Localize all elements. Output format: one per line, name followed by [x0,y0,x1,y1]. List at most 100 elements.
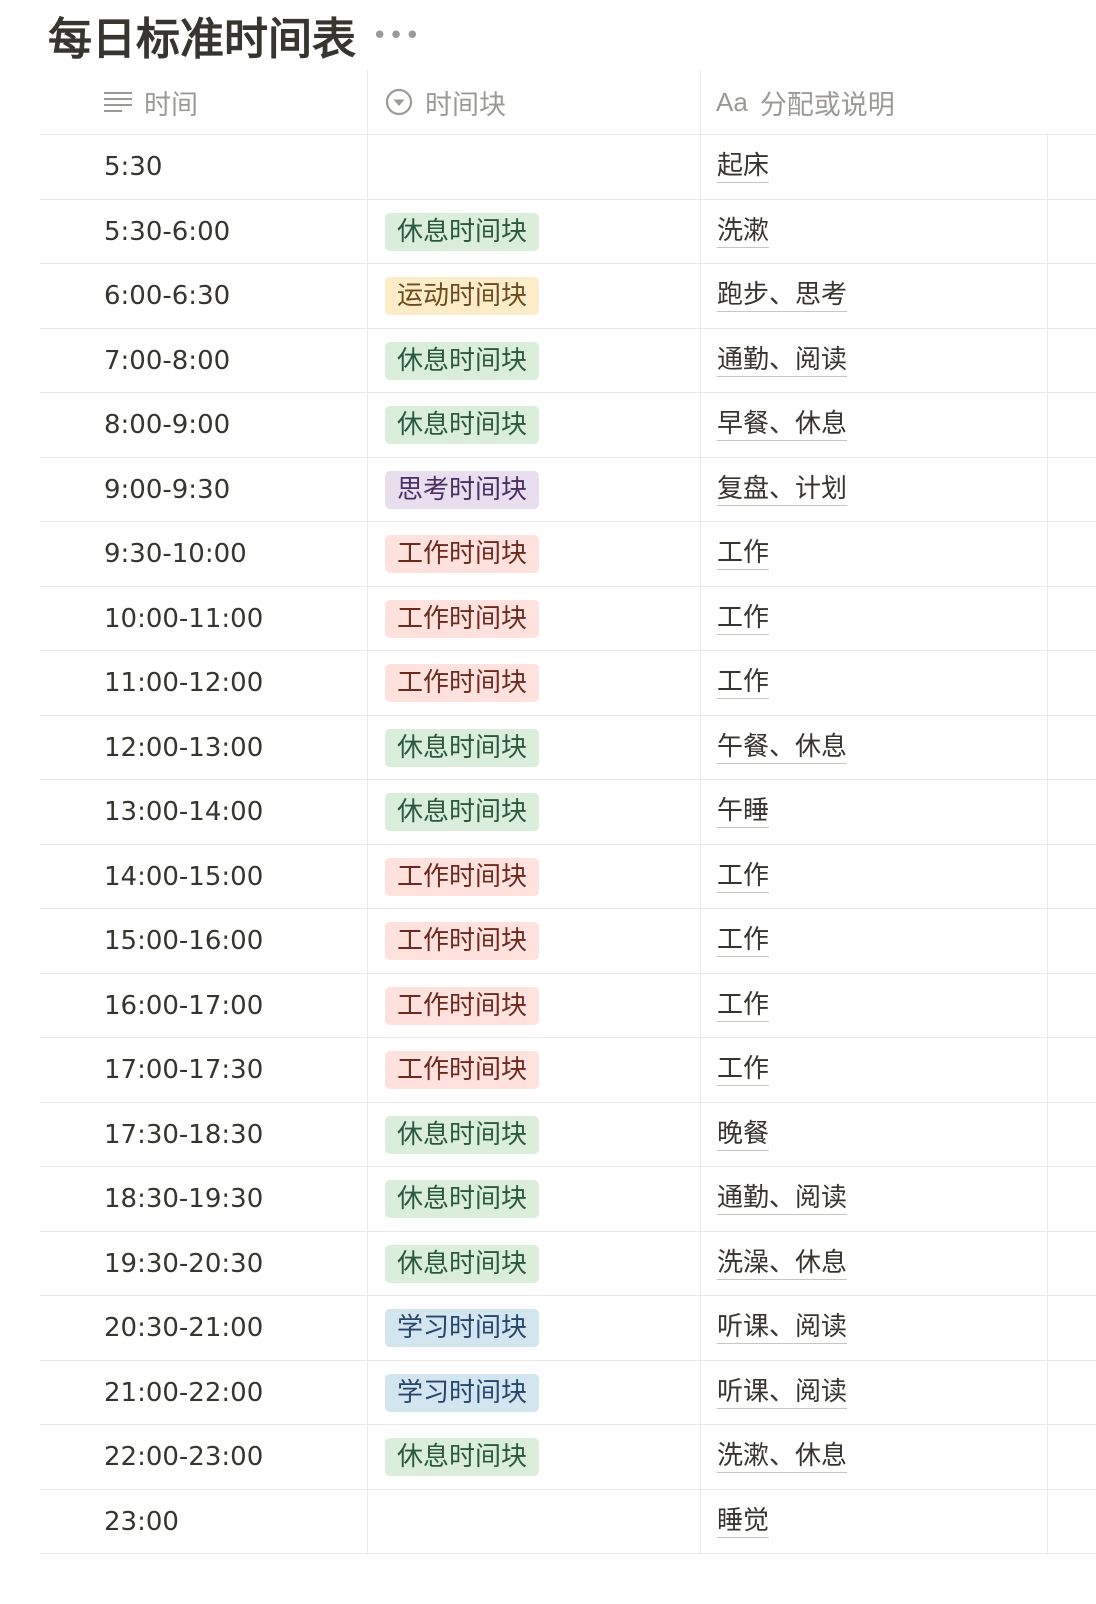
note-cell[interactable]: 工作 [717,974,770,1038]
block-cell[interactable]: 工作时间块 [385,974,540,1038]
table-row[interactable]: 17:30-18:30 休息时间块 晚餐 [40,1102,1096,1167]
time-cell[interactable]: 15:00-16:00 [104,909,263,973]
table-row[interactable]: 9:30-10:00 工作时间块 工作 [40,522,1096,587]
note-link[interactable]: 起床 [717,151,770,183]
more-options-icon[interactable]: ••• [372,18,421,54]
table-row[interactable]: 10:00-11:00 工作时间块 工作 [40,586,1096,651]
block-cell[interactable]: 休息时间块 [385,1425,540,1489]
note-cell[interactable]: 工作 [717,587,770,651]
note-link[interactable]: 洗漱 [717,216,770,248]
note-cell[interactable]: 起床 [717,135,770,199]
table-row[interactable]: 19:30-20:30 休息时间块 洗澡、休息 [40,1231,1096,1296]
block-cell[interactable]: 工作时间块 [385,587,540,651]
block-tag[interactable]: 工作时间块 [385,535,540,573]
note-link[interactable]: 通勤、阅读 [717,1183,848,1215]
note-link[interactable]: 洗漱、休息 [717,1441,848,1473]
block-cell[interactable]: 工作时间块 [385,845,540,909]
block-tag[interactable]: 学习时间块 [385,1373,540,1412]
block-cell[interactable]: 休息时间块 [385,329,540,393]
block-cell[interactable]: 学习时间块 [385,1296,540,1360]
column-header-time[interactable]: 时间 [104,70,198,134]
table-row[interactable]: 7:00-8:00 休息时间块 通勤、阅读 [40,328,1096,393]
note-cell[interactable]: 晚餐 [717,1103,770,1167]
table-row[interactable]: 14:00-15:00 工作时间块 工作 [40,844,1096,909]
block-tag[interactable]: 工作时间块 [385,664,540,702]
time-cell[interactable]: 16:00-17:00 [104,974,263,1038]
block-cell[interactable]: 学习时间块 [385,1361,540,1425]
note-link[interactable]: 跑步、思考 [717,280,848,312]
note-link[interactable]: 通勤、阅读 [717,345,848,377]
time-cell[interactable]: 17:30-18:30 [104,1103,263,1167]
note-link[interactable]: 早餐、休息 [717,409,848,441]
note-link[interactable]: 工作 [717,990,770,1022]
time-cell[interactable]: 7:00-8:00 [104,329,230,393]
block-cell[interactable]: 思考时间块 [385,458,540,522]
block-cell[interactable]: 工作时间块 [385,522,540,586]
note-link[interactable]: 听课、阅读 [717,1312,848,1344]
note-link[interactable]: 洗澡、休息 [717,1248,848,1280]
table-row[interactable]: 18:30-19:30 休息时间块 通勤、阅读 [40,1167,1096,1232]
table-row[interactable]: 22:00-23:00 休息时间块 洗漱、休息 [40,1425,1096,1490]
table-row[interactable]: 5:30-6:00 休息时间块 洗漱 [40,199,1096,264]
time-cell[interactable]: 18:30-19:30 [104,1167,263,1231]
note-cell[interactable]: 睡觉 [717,1490,770,1554]
time-cell[interactable]: 23:00 [104,1490,179,1554]
note-cell[interactable]: 听课、阅读 [717,1296,848,1360]
table-row[interactable]: 17:00-17:30 工作时间块 工作 [40,1038,1096,1103]
time-cell[interactable]: 22:00-23:00 [104,1425,263,1489]
note-cell[interactable]: 洗澡、休息 [717,1232,848,1296]
time-cell[interactable]: 9:30-10:00 [104,522,247,586]
time-cell[interactable]: 17:00-17:30 [104,1038,263,1102]
block-cell[interactable]: 工作时间块 [385,909,540,973]
note-cell[interactable]: 通勤、阅读 [717,1167,848,1231]
column-header-note[interactable]: Aa 分配或说明 [716,70,895,134]
note-link[interactable]: 睡觉 [717,1506,770,1538]
time-cell[interactable]: 14:00-15:00 [104,845,263,909]
block-tag[interactable]: 休息时间块 [385,1180,540,1218]
time-cell[interactable]: 21:00-22:00 [104,1361,263,1425]
time-cell[interactable]: 10:00-11:00 [104,587,263,651]
block-tag[interactable]: 工作时间块 [385,857,540,896]
note-cell[interactable]: 早餐、休息 [717,393,848,457]
table-row[interactable]: 11:00-12:00 工作时间块 工作 [40,651,1096,716]
table-row[interactable]: 23:00 睡觉 [40,1489,1096,1554]
block-cell[interactable]: 休息时间块 [385,393,540,457]
table-row[interactable]: 12:00-13:00 休息时间块 午餐、休息 [40,715,1096,780]
time-cell[interactable]: 20:30-21:00 [104,1296,263,1360]
note-link[interactable]: 工作 [717,603,770,635]
table-row[interactable]: 15:00-16:00 工作时间块 工作 [40,909,1096,974]
block-tag[interactable]: 运动时间块 [385,277,540,315]
block-tag[interactable]: 思考时间块 [385,470,540,509]
time-cell[interactable]: 13:00-14:00 [104,780,263,844]
block-cell[interactable]: 休息时间块 [385,200,540,264]
block-tag[interactable]: 工作时间块 [385,599,540,638]
block-cell[interactable]: 休息时间块 [385,780,540,844]
block-cell[interactable]: 工作时间块 [385,651,540,715]
time-cell[interactable]: 8:00-9:00 [104,393,230,457]
time-cell[interactable]: 5:30-6:00 [104,200,230,264]
note-cell[interactable]: 午睡 [717,780,770,844]
block-tag[interactable]: 休息时间块 [385,1115,540,1154]
block-cell[interactable]: 休息时间块 [385,1103,540,1167]
note-cell[interactable]: 复盘、计划 [717,458,848,522]
block-tag[interactable]: 工作时间块 [385,922,540,960]
block-cell[interactable]: 休息时间块 [385,716,540,780]
block-cell[interactable]: 工作时间块 [385,1038,540,1102]
time-cell[interactable]: 5:30 [104,135,162,199]
table-row[interactable]: 5:30 起床 [40,135,1096,200]
block-tag[interactable]: 学习时间块 [385,1309,540,1347]
table-row[interactable]: 16:00-17:00 工作时间块 工作 [40,973,1096,1038]
block-tag[interactable]: 休息时间块 [385,212,540,251]
note-link[interactable]: 工作 [717,538,770,570]
note-cell[interactable]: 洗漱 [717,200,770,264]
table-row[interactable]: 8:00-9:00 休息时间块 早餐、休息 [40,393,1096,458]
column-header-block[interactable]: 时间块 [385,70,506,134]
note-cell[interactable]: 洗漱、休息 [717,1425,848,1489]
block-tag[interactable]: 工作时间块 [385,986,540,1025]
note-link[interactable]: 午餐、休息 [717,732,848,764]
block-tag[interactable]: 休息时间块 [385,406,540,444]
note-cell[interactable]: 午餐、休息 [717,716,848,780]
note-cell[interactable]: 听课、阅读 [717,1361,848,1425]
table-row[interactable]: 21:00-22:00 学习时间块 听课、阅读 [40,1360,1096,1425]
block-tag[interactable]: 休息时间块 [385,728,540,767]
